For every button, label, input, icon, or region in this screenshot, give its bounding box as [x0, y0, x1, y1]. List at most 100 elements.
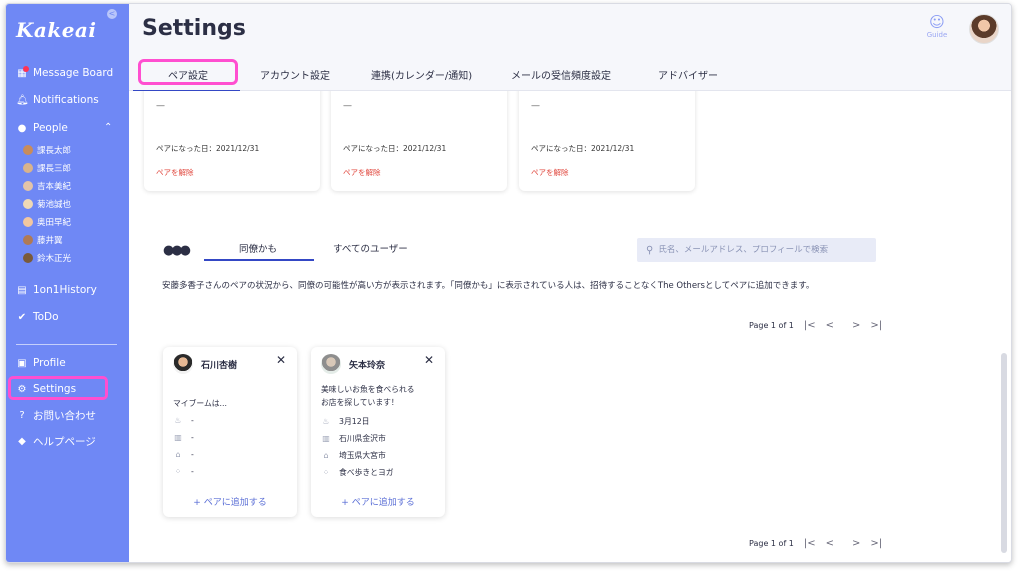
sidebar-item-notifications[interactable]: 🔔︎ Notifications	[16, 94, 99, 106]
tab-integrations[interactable]: 連携(カレンダー/通知)	[371, 67, 472, 82]
sidebar-person-item[interactable]: 課長太郎	[23, 144, 71, 156]
candidate-birthday: ♨ -	[173, 416, 193, 425]
unpair-link[interactable]: ペアを解除	[156, 167, 194, 178]
pair-date: ペアになった日：2021/12/31	[531, 144, 635, 153]
chevron-up-icon[interactable]: ⌃	[104, 122, 112, 133]
avatar	[23, 181, 33, 191]
avatar	[23, 145, 33, 155]
sidebar-person-item[interactable]: 吉本美紀	[23, 180, 71, 192]
search-icon: ⚲	[646, 244, 654, 256]
close-icon[interactable]: ✕	[424, 353, 434, 367]
sidebar-item-message-board[interactable]: ▦ Message Board	[16, 67, 113, 79]
tab-advisor[interactable]: アドバイザー	[658, 67, 718, 82]
guide-button[interactable]: ☺ Guide	[924, 13, 950, 40]
candidate-bio: 美味しいお魚を食べられる	[321, 385, 415, 394]
sidebar-item-label: People	[33, 122, 68, 134]
tab-account-settings[interactable]: アカウント設定	[260, 67, 330, 82]
close-icon[interactable]: ✕	[276, 353, 286, 367]
hometown-value: 埼玉県大宮市	[339, 451, 386, 460]
user-avatar[interactable]	[969, 14, 999, 44]
sidebar-person-item[interactable]: 藤井翼	[23, 234, 63, 246]
tab-highlight-annotation	[138, 59, 238, 85]
sidebar-item-label: 1on1History	[33, 284, 97, 296]
user-search-box[interactable]: ⚲	[637, 238, 876, 262]
mascot-icon: ☺	[929, 13, 945, 31]
first-page-button[interactable]: |<	[804, 538, 816, 549]
sidebar-item-label: Message Board	[33, 67, 114, 79]
settings-tabs: ペア設定 アカウント設定 連携(カレンダー/通知) メールの受信頻度設定 アドバ…	[129, 59, 1011, 92]
sidebar-person-item[interactable]: 菊池誠也	[23, 198, 71, 210]
sidebar-item-people[interactable]: ● People	[16, 122, 68, 134]
avatar	[321, 354, 341, 374]
add-to-pair-button[interactable]: + ペアに追加する	[163, 495, 297, 508]
unpair-link[interactable]: ペアを解除	[343, 167, 381, 178]
page-indicator: Page 1 of 1	[749, 321, 794, 330]
tab-email-frequency[interactable]: メールの受信頻度設定	[511, 67, 611, 82]
sidebar-item-label: Notifications	[33, 94, 99, 106]
last-page-button[interactable]: >|	[870, 538, 882, 549]
person-name: 菊池誠也	[37, 200, 72, 210]
sidebar-item-todo[interactable]: ✔ ToDo	[16, 311, 59, 323]
avatar	[23, 163, 33, 173]
last-page-button[interactable]: >|	[870, 320, 882, 331]
page-indicator: Page 1 of 1	[749, 539, 794, 548]
collapse-sidebar-icon[interactable]: <	[107, 9, 117, 19]
scrollbar[interactable]	[1001, 353, 1007, 553]
pair-card: — ペアになった日：2021/12/31 ペアを解除	[144, 91, 320, 191]
pair-dash: —	[156, 101, 165, 111]
notification-dot	[23, 66, 29, 72]
pair-dash: —	[531, 101, 540, 111]
bell-icon: 🔔︎	[16, 94, 29, 106]
subtab-all-users[interactable]: すべてのユーザー	[333, 241, 408, 255]
add-to-pair-button[interactable]: + ペアに追加する	[311, 495, 445, 508]
first-page-button[interactable]: |<	[804, 320, 816, 331]
sidebar-item-label: お問い合わせ	[33, 410, 96, 422]
settings-highlight-annotation	[8, 376, 108, 400]
cake-icon: ♨	[174, 416, 182, 425]
sidebar-item-1on1history[interactable]: ▤ 1on1History	[16, 284, 97, 296]
next-page-button[interactable]: >	[852, 320, 860, 331]
subtab-maybe-colleagues[interactable]: 同僚かも	[239, 241, 277, 255]
sidebar-item-help[interactable]: ◆ ヘルプページ	[16, 434, 96, 449]
hobby-value: 食べ歩きとヨガ	[339, 468, 394, 477]
prev-page-button[interactable]: <	[826, 538, 834, 549]
search-input[interactable]	[658, 245, 869, 255]
app-window: Kakeai < ▦ Message Board 🔔︎ Notification…	[5, 3, 1012, 563]
question-icon: ?	[19, 410, 25, 421]
sidebar-item-label: Profile	[33, 357, 66, 369]
prev-page-button[interactable]: <	[826, 320, 834, 331]
sidebar-item-profile[interactable]: ▣ Profile	[16, 357, 66, 369]
guide-label: Guide	[926, 31, 948, 39]
check-circle-icon: ✔	[17, 311, 27, 323]
candidate-name: 矢本玲奈	[349, 361, 386, 371]
sidebar-divider	[16, 344, 117, 345]
candidate-hometown: ⌂ -	[173, 450, 194, 459]
app-logo[interactable]: Kakeai	[16, 18, 96, 42]
candidate-hobby: ⁘ 食べ歩きとヨガ	[321, 467, 394, 478]
hometown-value: -	[191, 450, 194, 459]
sidebar-item-contact[interactable]: ? お問い合わせ	[16, 408, 96, 423]
pair-date: ペアになった日：2021/12/31	[156, 144, 260, 153]
candidate-hometown: ⌂ 埼玉県大宮市	[321, 450, 386, 461]
building-icon: ▥	[322, 434, 330, 443]
page-header: Settings ☺ Guide ペア設定 アカウント設定 連携(カレンダー/通…	[129, 4, 1011, 92]
id-card-icon: ▣	[17, 357, 27, 369]
hobby-value: -	[191, 467, 194, 476]
birthday-value: 3月12日	[339, 417, 370, 426]
avatar	[23, 253, 33, 263]
next-page-button[interactable]: >	[852, 538, 860, 549]
sidebar-person-item[interactable]: 奥田早紀	[23, 216, 71, 228]
candidate-bio: お店を探しています！	[321, 398, 399, 407]
sidebar-person-item[interactable]: 課長三郎	[23, 162, 71, 174]
graduation-cap-icon: ◆	[18, 436, 26, 447]
building-icon: ▥	[174, 433, 182, 442]
avatar	[23, 235, 33, 245]
pair-card: — ペアになった日：2021/12/31 ペアを解除	[331, 91, 507, 191]
main-content: — ペアになった日：2021/12/31 ペアを解除 — ペアになった日：202…	[129, 91, 1011, 562]
unpair-link[interactable]: ペアを解除	[531, 167, 569, 178]
sidebar-person-item[interactable]: 鈴木正光	[23, 252, 71, 264]
cake-icon: ♨	[322, 417, 330, 426]
candidate-birthday: ♨ 3月12日	[321, 416, 369, 427]
person-name: 鈴木正光	[37, 254, 72, 264]
pager-bottom: Page 1 of 1 |< < > >|	[749, 538, 882, 549]
